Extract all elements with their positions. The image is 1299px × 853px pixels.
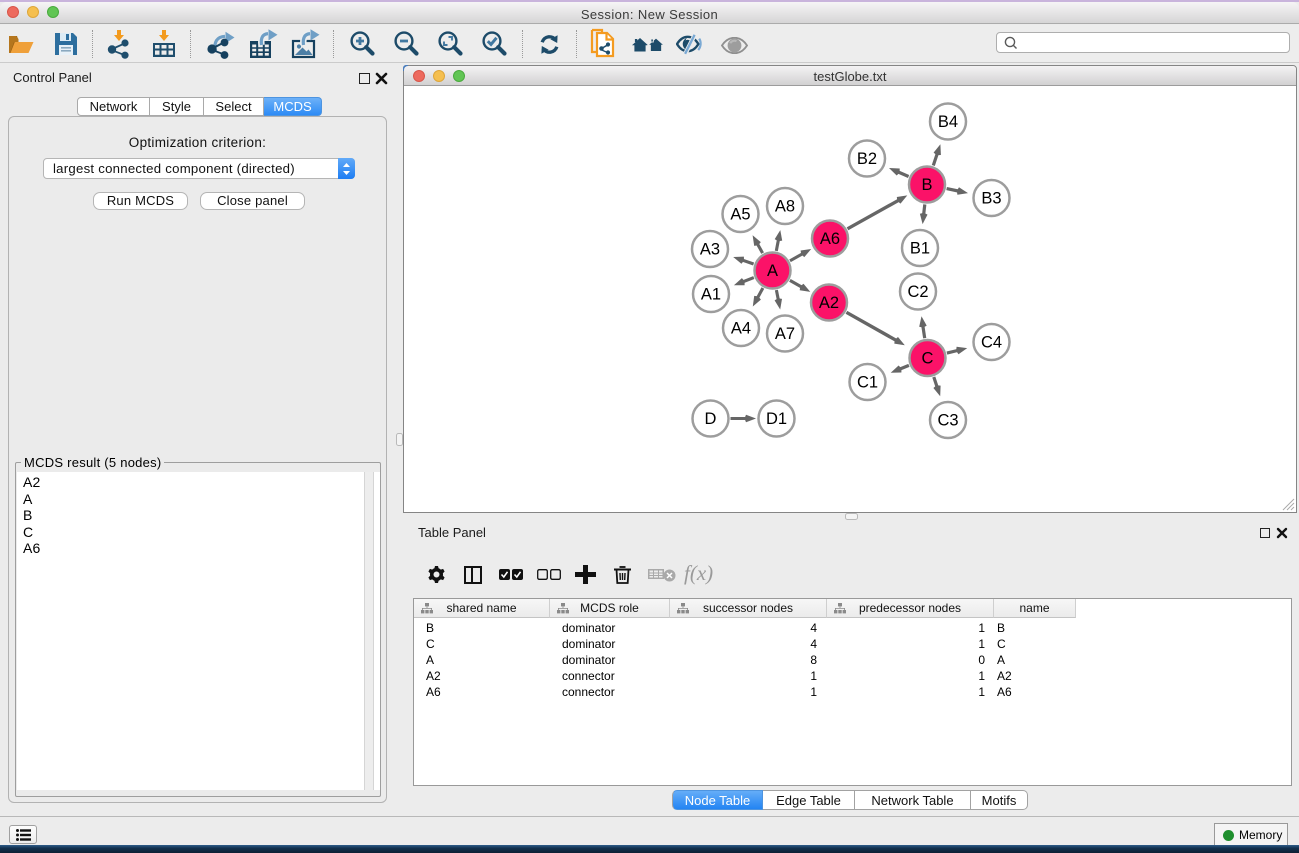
svg-text:C4: C4 [981,334,1002,352]
svg-text:A5: A5 [730,206,750,224]
svg-text:D: D [705,410,717,428]
svg-text:C1: C1 [857,374,878,392]
svg-text:B4: B4 [938,113,958,131]
svg-text:C2: C2 [907,283,928,301]
svg-text:A4: A4 [731,320,751,338]
svg-text:B1: B1 [910,240,930,258]
svg-text:A7: A7 [775,325,795,343]
svg-text:A3: A3 [700,241,720,259]
svg-text:B2: B2 [857,150,877,168]
svg-text:B: B [921,176,932,194]
svg-text:A6: A6 [820,230,840,248]
svg-text:D1: D1 [766,410,787,428]
svg-text:B3: B3 [981,190,1001,208]
svg-text:A2: A2 [819,294,839,312]
svg-text:A8: A8 [775,198,795,216]
svg-text:C3: C3 [937,412,958,430]
svg-text:C: C [922,350,934,368]
svg-text:A: A [767,262,778,280]
svg-text:A1: A1 [701,286,721,304]
